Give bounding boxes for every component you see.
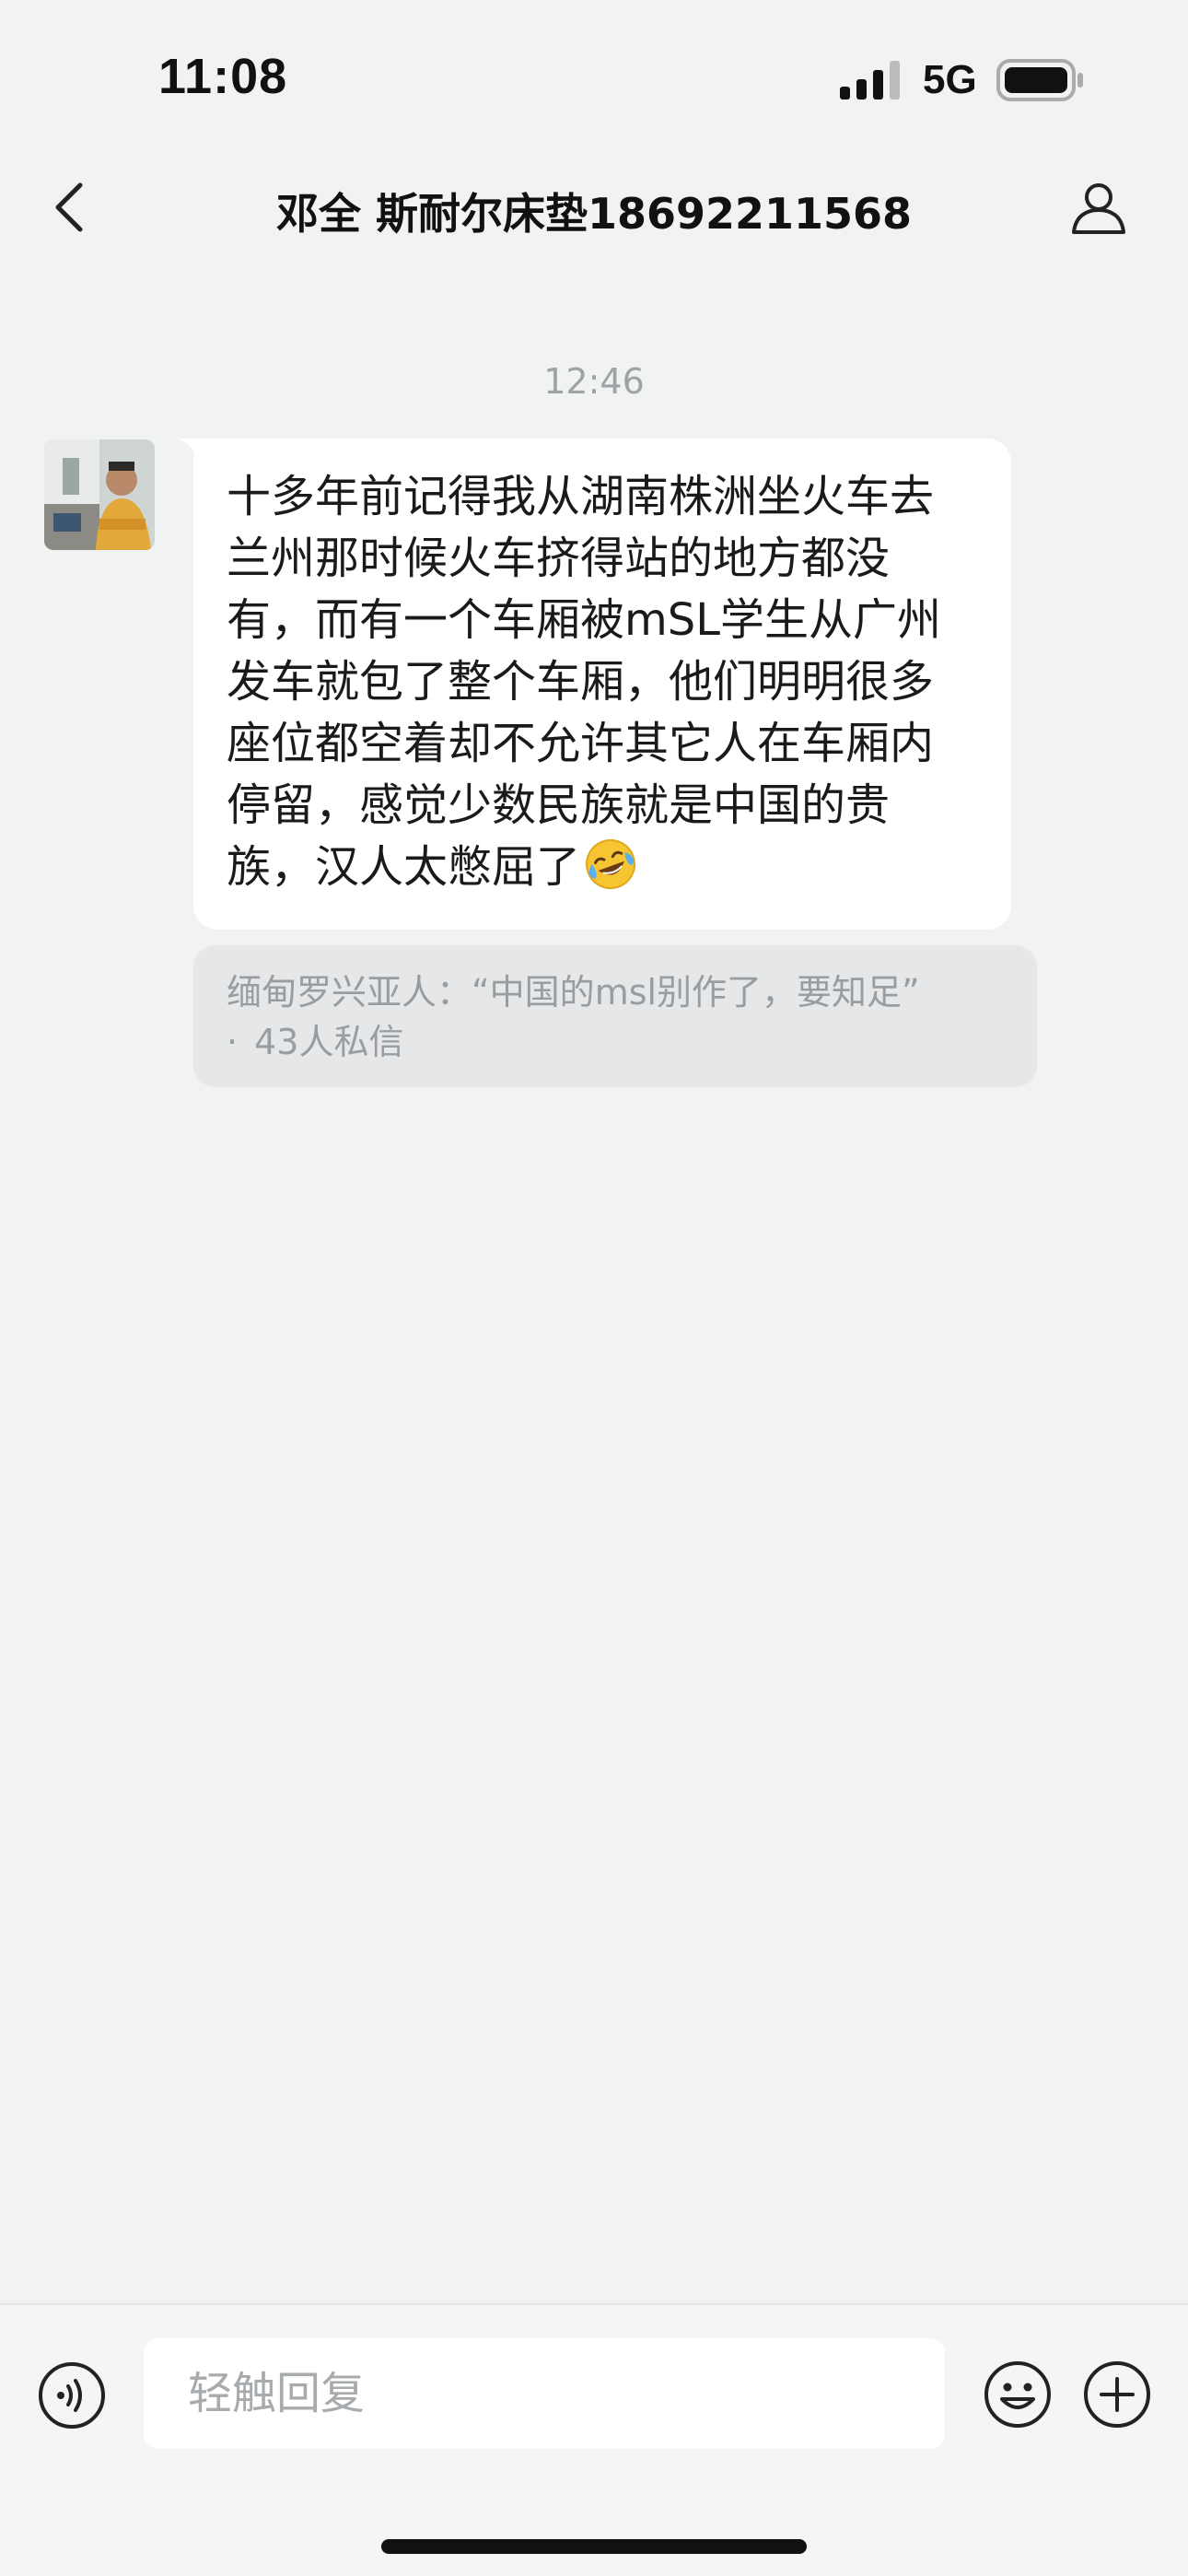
network-type: 5G — [923, 57, 977, 102]
voice-icon — [39, 2362, 105, 2429]
shared-post-meta: · 43人私信 — [227, 1017, 1004, 1067]
voice-input-button[interactable] — [37, 2360, 107, 2430]
meta-separator: · — [227, 1022, 239, 1062]
avatar[interactable] — [44, 439, 155, 550]
laughing-crying-emoji-icon — [586, 839, 636, 889]
profile-button[interactable] — [1066, 175, 1131, 240]
battery-icon — [996, 59, 1083, 101]
message-bubble[interactable]: 十多年前记得我从湖南株洲坐火车去 兰州那时候火车挤得站的地方都没 有，而有一个车… — [193, 439, 1011, 930]
avatar-photo — [44, 439, 155, 550]
chat-title: 邓全 斯耐尔床垫18692211568 — [275, 189, 913, 239]
message-line-text: 族，汉人太憋屈了 — [227, 841, 581, 893]
back-button[interactable] — [37, 175, 101, 240]
chat-screen: 11:08 5G 邓全 斯耐尔床垫18692211568 12:46 十多年前记… — [0, 0, 1188, 2576]
message-line: 座位都空着却不允许其它人在车厢内 — [227, 718, 935, 769]
message-timestamp: 12:46 — [543, 361, 645, 402]
plus-circle-icon — [1084, 2361, 1150, 2428]
reply-input[interactable] — [144, 2338, 945, 2449]
smiley-icon — [984, 2361, 1051, 2428]
private-message-count: 43人私信 — [254, 1022, 404, 1062]
message-line: 发车就包了整个车厢，他们明明很多 — [227, 656, 935, 708]
chevron-left-icon — [55, 182, 83, 232]
message-line: 停留，感觉少数民族就是中国的贵 — [227, 779, 891, 831]
status-time: 11:08 — [158, 49, 288, 104]
emoji-button[interactable] — [982, 2359, 1054, 2430]
shared-post-card[interactable]: 缅甸罗兴亚人：“中国的msl别作了，要知足” · 43人私信 — [193, 945, 1037, 1087]
message-line: 有，而有一个车厢被mSL学生从广州 — [227, 594, 941, 646]
cellular-signal-icon — [840, 61, 900, 100]
home-indicator[interactable] — [381, 2539, 807, 2554]
message-line: 兰州那时候火车挤得站的地方都没 — [227, 533, 891, 584]
more-options-button[interactable] — [1081, 2359, 1153, 2430]
user-icon — [1072, 183, 1125, 234]
shared-post-title: 缅甸罗兴亚人：“中国的msl别作了，要知足” — [227, 972, 920, 1013]
message-line: 十多年前记得我从湖南株洲坐火车去 — [227, 471, 935, 522]
message-line-last: 族，汉人太憋屈了 — [227, 837, 978, 898]
